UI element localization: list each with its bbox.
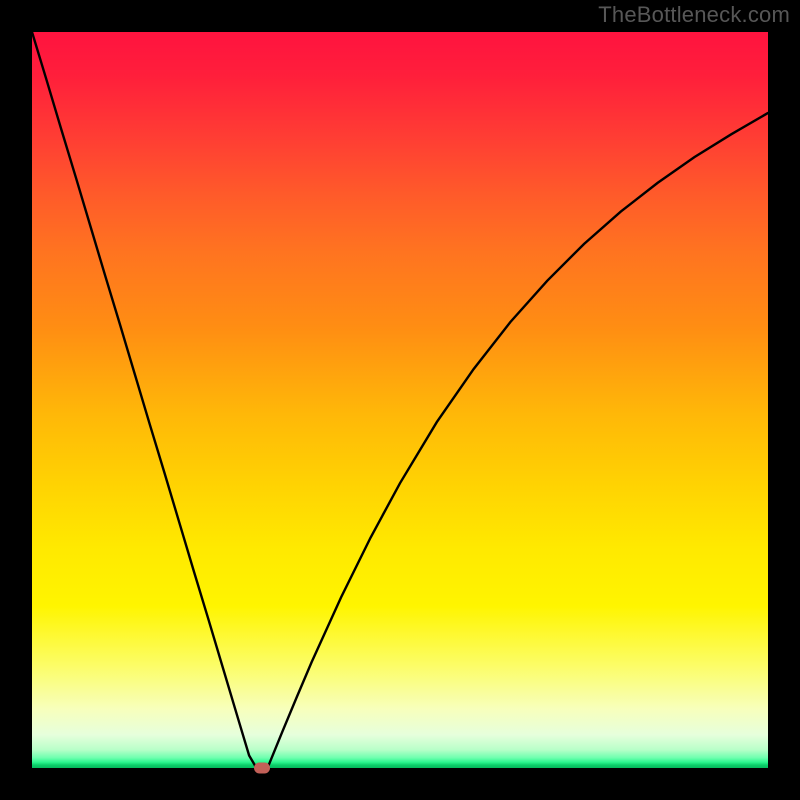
chart-frame: TheBottleneck.com — [0, 0, 800, 800]
optimal-point-marker — [254, 763, 270, 774]
curve-path — [32, 32, 768, 768]
watermark-text: TheBottleneck.com — [598, 2, 790, 28]
bottleneck-curve — [32, 32, 768, 768]
